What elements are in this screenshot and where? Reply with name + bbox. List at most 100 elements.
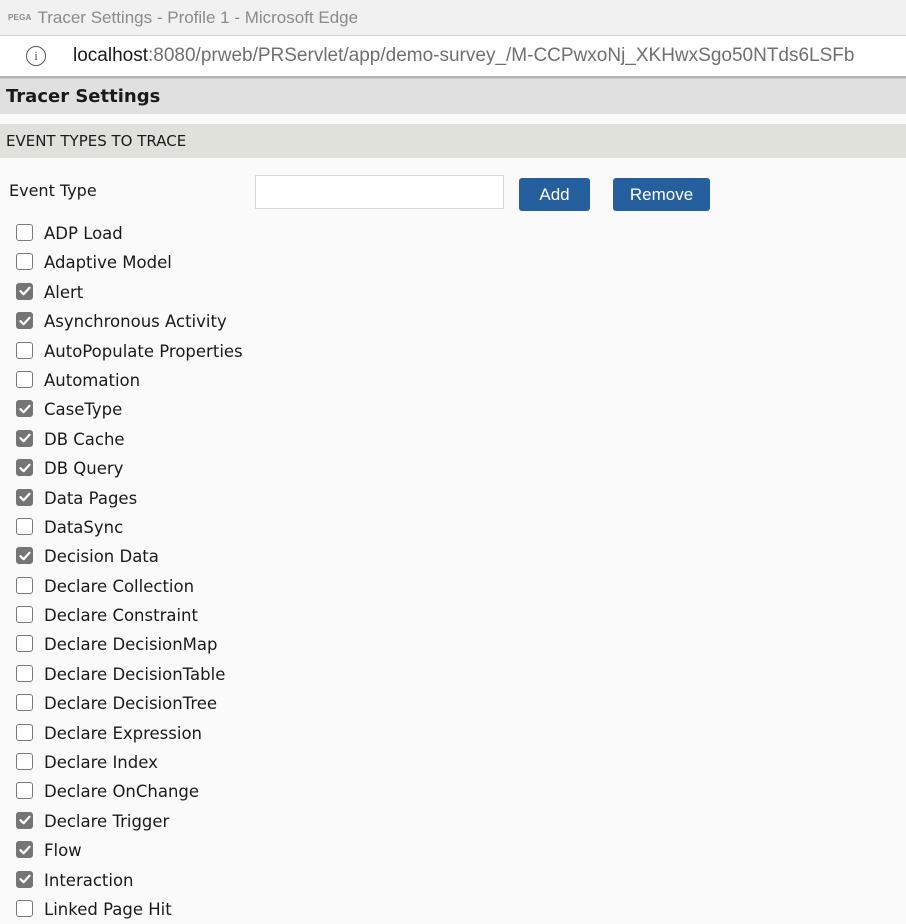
event-types-list: ADP Load Adaptive Model Alert Asynchronous …: [0, 219, 906, 924]
url-path: :8080/prweb/PRServlet/app/demo-survey_/M…: [148, 45, 855, 66]
info-icon[interactable]: i: [26, 46, 46, 66]
url-host: localhost: [73, 45, 148, 66]
event-type-item[interactable]: Declare OnChange: [0, 777, 906, 806]
checkbox-checked[interactable]: [16, 547, 33, 565]
checkbox-unchecked[interactable]: [16, 664, 33, 682]
checkbox-unchecked[interactable]: [16, 576, 33, 594]
event-type-item[interactable]: DB Query: [0, 454, 906, 483]
event-type-item[interactable]: CaseType: [0, 395, 906, 424]
address-bar[interactable]: i localhost:8080/prweb/PRServlet/app/dem…: [0, 36, 906, 78]
event-type-item[interactable]: Declare Constraint: [0, 601, 906, 630]
event-type-label[interactable]: Declare DecisionMap: [44, 635, 218, 654]
event-type-label[interactable]: Declare OnChange: [44, 782, 199, 801]
checkbox-unchecked[interactable]: [16, 899, 33, 917]
checkmark-icon: [18, 316, 31, 325]
event-type-item[interactable]: Alert: [0, 278, 906, 307]
event-type-item[interactable]: Declare DecisionTable: [0, 660, 906, 689]
remove-button[interactable]: Remove: [613, 178, 710, 211]
checkbox-unchecked[interactable]: [16, 782, 33, 800]
event-type-item[interactable]: Adaptive Model: [0, 248, 906, 277]
event-type-item[interactable]: Automation: [0, 366, 906, 395]
event-type-label[interactable]: Flow: [44, 841, 82, 860]
url-text[interactable]: localhost:8080/prweb/PRServlet/app/demo-…: [73, 45, 854, 67]
event-type-item[interactable]: Asynchronous Activity: [0, 307, 906, 336]
checkmark-icon: [18, 551, 31, 561]
checkbox-checked[interactable]: [16, 488, 33, 506]
event-type-item[interactable]: Declare Trigger: [0, 807, 906, 836]
checkbox-unchecked[interactable]: [16, 253, 33, 271]
checkbox-checked[interactable]: [16, 429, 33, 447]
event-type-label[interactable]: Asynchronous Activity: [44, 312, 227, 331]
page-header: Tracer Settings: [0, 78, 906, 114]
event-type-item[interactable]: Decision Data: [0, 542, 906, 571]
event-type-label[interactable]: AutoPopulate Properties: [44, 342, 243, 361]
checkbox-checked[interactable]: [16, 811, 33, 829]
event-type-item[interactable]: Interaction: [0, 866, 906, 895]
event-type-item[interactable]: Declare Index: [0, 748, 906, 777]
event-type-label[interactable]: Declare Index: [44, 753, 158, 772]
event-type-label[interactable]: Automation: [44, 371, 140, 390]
event-type-label[interactable]: Declare Trigger: [44, 812, 169, 831]
checkbox-checked[interactable]: [16, 870, 33, 888]
event-type-label[interactable]: Alert: [44, 283, 83, 302]
event-type-label[interactable]: Declare Expression: [44, 724, 202, 743]
checkbox-unchecked[interactable]: [16, 606, 33, 624]
checkbox-unchecked[interactable]: [16, 224, 33, 241]
event-type-label[interactable]: Data Pages: [44, 489, 137, 508]
event-type-item[interactable]: DataSync: [0, 513, 906, 542]
event-type-item[interactable]: Declare Collection: [0, 572, 906, 601]
pega-logo-icon: PEGA: [8, 13, 32, 22]
event-type-label[interactable]: Declare DecisionTree: [44, 694, 217, 713]
checkmark-icon: [18, 816, 31, 825]
checkbox-unchecked[interactable]: [16, 753, 33, 771]
event-type-label[interactable]: Decision Data: [44, 547, 159, 566]
checkmark-icon: [18, 845, 31, 855]
checkbox-unchecked[interactable]: [16, 370, 33, 388]
event-type-label[interactable]: Declare Constraint: [44, 606, 198, 625]
checkmark-icon: [18, 492, 31, 502]
checkmark-icon: [18, 463, 31, 472]
page-title: Tracer Settings: [6, 86, 161, 107]
event-type-label[interactable]: Adaptive Model: [44, 253, 172, 272]
checkmark-icon: [18, 404, 31, 414]
event-type-item[interactable]: DB Cache: [0, 425, 906, 454]
event-type-item[interactable]: Data Pages: [0, 484, 906, 513]
checkbox-checked[interactable]: [16, 312, 33, 330]
checkbox-unchecked[interactable]: [16, 341, 33, 359]
checkbox-checked[interactable]: [16, 459, 33, 477]
checkmark-icon: [18, 286, 31, 296]
checkbox-unchecked[interactable]: [16, 723, 33, 741]
checkbox-unchecked[interactable]: [16, 694, 33, 712]
event-type-item[interactable]: Linked Page Hit: [0, 895, 906, 924]
checkbox-checked[interactable]: [16, 400, 33, 418]
event-type-item[interactable]: ADP Load: [0, 219, 906, 248]
event-type-label[interactable]: Linked Page Hit: [44, 900, 172, 919]
event-type-item[interactable]: Declare Expression: [0, 719, 906, 748]
event-type-label[interactable]: CaseType: [44, 400, 122, 419]
event-type-item[interactable]: Flow: [0, 836, 906, 865]
event-type-label[interactable]: Interaction: [44, 871, 134, 890]
event-type-label[interactable]: Declare DecisionTable: [44, 665, 225, 684]
checkbox-unchecked[interactable]: [16, 517, 33, 535]
event-type-label[interactable]: DB Cache: [44, 430, 125, 449]
event-type-label[interactable]: DB Query: [44, 459, 123, 478]
event-type-item[interactable]: Declare DecisionTree: [0, 689, 906, 718]
section-header: EVENT TYPES TO TRACE: [0, 124, 906, 158]
event-type-row: Event Type: [0, 158, 906, 209]
event-type-item[interactable]: Declare DecisionMap: [0, 630, 906, 659]
checkmark-icon: [18, 874, 31, 884]
checkbox-checked[interactable]: [16, 282, 33, 300]
window-titlebar: PEGA Tracer Settings - Profile 1 - Micro…: [0, 0, 906, 36]
event-type-label: Event Type: [9, 181, 97, 200]
section-title: EVENT TYPES TO TRACE: [6, 132, 187, 150]
event-type-item[interactable]: AutoPopulate Properties: [0, 337, 906, 366]
checkbox-unchecked[interactable]: [16, 635, 33, 653]
checkmark-icon: [18, 433, 31, 443]
add-button[interactable]: Add: [519, 178, 590, 211]
checkbox-checked[interactable]: [16, 841, 33, 859]
spacer: [0, 114, 906, 124]
event-type-label[interactable]: Declare Collection: [44, 577, 194, 596]
event-type-input[interactable]: [255, 175, 504, 209]
event-type-label[interactable]: DataSync: [44, 518, 123, 537]
event-type-label[interactable]: ADP Load: [44, 224, 123, 243]
